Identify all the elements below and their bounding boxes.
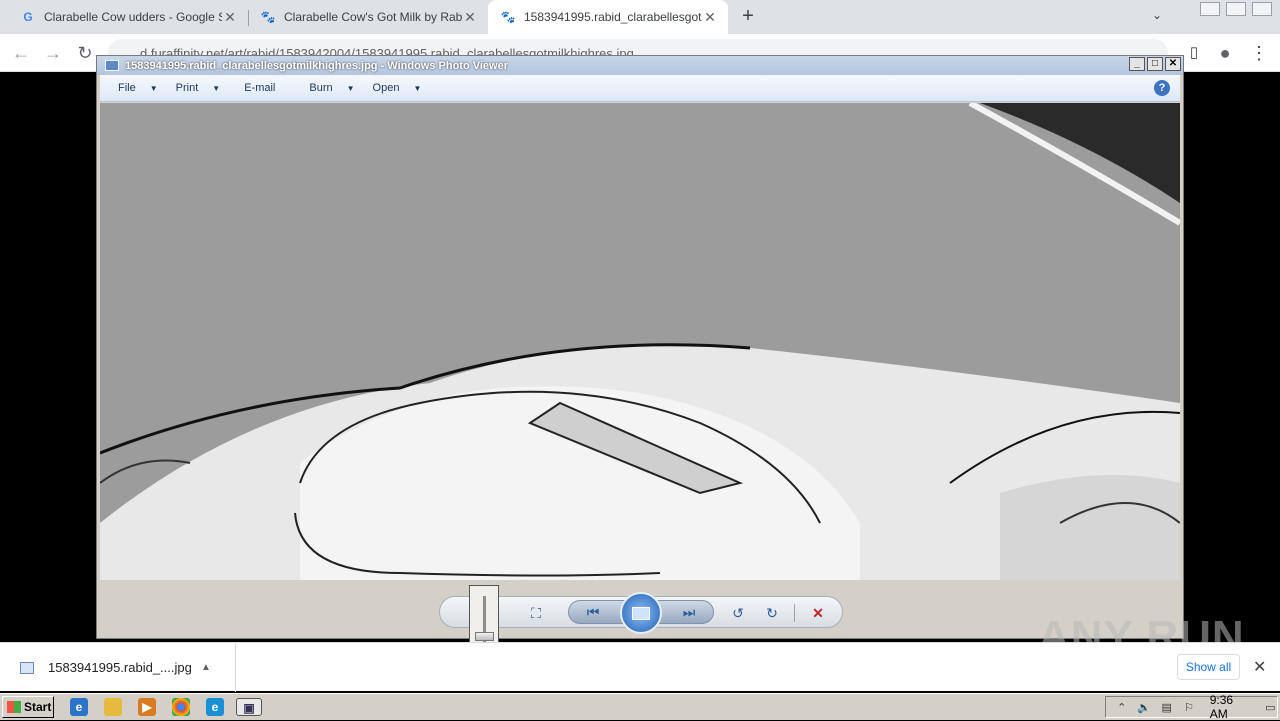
tab-google-search[interactable]: G Clarabelle Cow udders - Google Sear ✕ — [8, 0, 248, 34]
tab-image-active[interactable]: 🐾 1583941995.rabid_clarabellesgotmilk ✕ — [488, 0, 728, 34]
viewer-maximize-button[interactable]: □ — [1147, 57, 1163, 71]
new-tab-button[interactable]: + — [738, 6, 758, 26]
viewer-close-button[interactable]: ✕ — [1165, 57, 1181, 71]
show-all-button[interactable]: Show all — [1177, 654, 1240, 680]
image-file-icon — [20, 661, 34, 674]
close-tab-icon[interactable]: ✕ — [222, 9, 238, 26]
photo-viewer-window: 1583941995.rabid_clarabellesgotmilkhighr… — [96, 55, 1184, 687]
tab-clarabelle-page[interactable]: 🐾 Clarabelle Cow's Got Milk by Rabid -- … — [248, 0, 488, 34]
viewer-title: 1583941995.rabid_clarabellesgotmilkhighr… — [125, 59, 508, 72]
forward-button[interactable]: → — [42, 42, 64, 64]
zoomed-image — [100, 103, 1180, 580]
windows-logo-icon — [7, 701, 21, 713]
viewer-menubar: File ▼ Print ▼ E-mail Burn ▼ Open ▼ ? — [100, 75, 1180, 102]
viewer-control-bar: ⛶ ⏮ ⏭ ↺ ↻ ✕ — [439, 592, 843, 634]
tab-search-button[interactable]: ⌄ — [1152, 8, 1162, 22]
menu-file[interactable]: File ▼ — [118, 82, 158, 94]
menu-open[interactable]: Open ▼ — [373, 82, 422, 94]
clock: 9:36 AM — [1209, 693, 1234, 721]
tab-title: Clarabelle Cow's Got Milk by Rabid -- — [284, 10, 462, 24]
download-filename: 1583941995.rabid_....jpg — [48, 660, 192, 675]
system-tray: ⌃ 🔈 ▤ ⚐ 9:36 AM ▭ — [1105, 693, 1278, 721]
restore-button[interactable] — [1226, 2, 1246, 16]
slideshow-button[interactable] — [620, 592, 662, 634]
menu-label: Print — [175, 82, 199, 94]
rotate-counterclockwise-icon[interactable]: ↺ — [728, 603, 748, 623]
tab-title: 1583941995.rabid_clarabellesgotmilk — [524, 10, 702, 24]
action-center-flag-icon[interactable]: ⚐ — [1182, 701, 1195, 714]
download-item[interactable]: 1583941995.rabid_....jpg ▲ — [0, 643, 236, 692]
photo-viewer-taskbar-icon[interactable]: ▣ — [236, 698, 262, 716]
help-icon[interactable]: ? — [1154, 80, 1170, 96]
media-player-icon[interactable]: ▶ — [138, 698, 156, 716]
tab-title: Clarabelle Cow udders - Google Sear — [44, 10, 222, 24]
caret-down-icon: ▼ — [149, 83, 158, 93]
next-icon[interactable]: ⏭ — [679, 602, 699, 622]
google-icon: G — [23, 10, 33, 24]
caret-down-icon: ▼ — [346, 83, 355, 93]
minimize-button[interactable] — [1200, 2, 1220, 16]
browser-window-controls — [1200, 2, 1272, 16]
tab-strip: G Clarabelle Cow udders - Google Sear ✕ … — [0, 0, 1280, 34]
delete-icon[interactable]: ✕ — [808, 603, 828, 623]
viewer-controls-area: ⛶ ⏮ ⏭ ↺ ↻ ✕ — [100, 580, 1180, 687]
chevron-up-icon[interactable]: ▲ — [201, 662, 221, 673]
close-download-bar-icon[interactable]: ✕ — [1253, 657, 1266, 677]
network-icon[interactable]: ▤ — [1160, 701, 1173, 714]
show-hidden-icons-icon[interactable]: ⌃ — [1115, 701, 1128, 714]
previous-icon[interactable]: ⏮ — [583, 602, 603, 622]
close-tab-icon[interactable]: ✕ — [462, 9, 478, 26]
profile-icon[interactable]: ● — [1214, 42, 1236, 64]
menu-print[interactable]: Print ▼ — [176, 82, 221, 94]
caret-down-icon: ▼ — [212, 83, 221, 93]
viewer-minimize-button[interactable]: _ — [1129, 57, 1145, 71]
rotate-clockwise-icon[interactable]: ↻ — [762, 603, 782, 623]
menu-email[interactable]: E-mail — [244, 82, 275, 94]
taskbar: Start e ▶ e ▣ ⌃ 🔈 ▤ ⚐ 9:36 AM ▭ — [0, 693, 1280, 721]
menu-label: Open — [372, 82, 400, 94]
paw-icon: 🐾 — [260, 10, 276, 24]
menu-label: Burn — [309, 82, 333, 94]
close-tab-icon[interactable]: ✕ — [702, 9, 718, 26]
edge-icon[interactable]: e — [206, 698, 224, 716]
download-bar: 1583941995.rabid_....jpg ▲ Show all ✕ — [0, 642, 1280, 692]
show-desktop-icon[interactable]: ▭ — [1264, 701, 1277, 714]
ie-icon[interactable]: e — [70, 698, 88, 716]
side-panel-icon[interactable]: ▯ — [1183, 42, 1205, 64]
chrome-icon[interactable] — [172, 698, 190, 716]
menu-icon[interactable]: ⋮ — [1248, 42, 1270, 64]
viewer-titlebar[interactable]: 1583941995.rabid_clarabellesgotmilkhighr… — [97, 56, 1183, 75]
back-button[interactable]: ← — [10, 42, 32, 64]
start-label: Start — [24, 700, 52, 714]
slideshow-icon — [632, 606, 650, 620]
menu-label: File — [118, 82, 136, 94]
explorer-folder-icon[interactable] — [104, 698, 122, 716]
caret-down-icon: ▼ — [413, 83, 422, 93]
paw-icon: 🐾 — [500, 10, 516, 24]
zoom-slider-thumb[interactable] — [475, 632, 494, 641]
actual-size-icon[interactable]: ⛶ — [526, 603, 546, 623]
close-button[interactable] — [1252, 2, 1272, 16]
reload-button[interactable]: ↻ — [74, 42, 96, 64]
menu-burn[interactable]: Burn ▼ — [309, 82, 354, 94]
photo-viewer-icon — [105, 60, 119, 71]
image-canvas[interactable] — [100, 103, 1180, 580]
volume-icon[interactable]: 🔈 — [1137, 701, 1151, 714]
menu-label: E-mail — [244, 82, 276, 94]
start-button[interactable]: Start — [2, 696, 54, 718]
